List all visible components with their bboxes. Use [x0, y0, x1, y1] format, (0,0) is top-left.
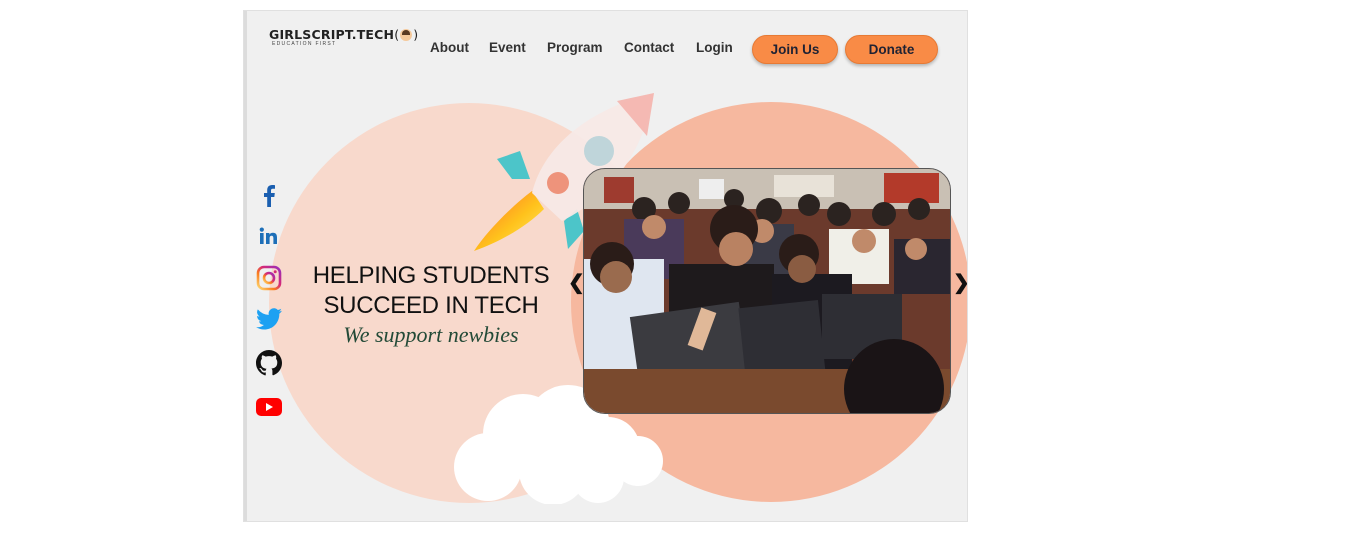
carousel-next-arrow-icon[interactable]: ❯	[953, 273, 967, 293]
hero-title-line1: HELPING STUDENTS	[312, 262, 550, 289]
nav-event[interactable]: Event	[489, 40, 526, 55]
github-icon[interactable]	[256, 350, 282, 376]
nav-login[interactable]: Login	[696, 40, 733, 55]
nav-program[interactable]: Program	[547, 40, 603, 55]
facebook-icon[interactable]	[256, 183, 282, 209]
join-us-button[interactable]: Join Us	[752, 35, 838, 64]
twitter-icon[interactable]	[256, 306, 282, 332]
youtube-icon[interactable]	[256, 394, 282, 420]
carousel-image[interactable]	[583, 168, 951, 414]
classroom-photo	[584, 169, 950, 413]
instagram-icon[interactable]	[256, 265, 282, 291]
logo-text: GIRLSCRIPT.TECH	[269, 27, 395, 42]
linkedin-icon[interactable]	[256, 223, 282, 249]
nav-contact[interactable]: Contact	[624, 40, 674, 55]
girl-emoji-icon	[400, 28, 413, 41]
nav-about[interactable]: About	[430, 40, 469, 55]
donate-button[interactable]: Donate	[845, 35, 938, 64]
brand-logo[interactable]: GIRLSCRIPT.TECH () EDUCATION FIRST	[269, 27, 418, 47]
carousel-prev-arrow-icon[interactable]: ❮	[568, 273, 585, 293]
hero-subtitle: We support newbies	[343, 322, 519, 347]
hero-title: HELPING STUDENTS SUCCEED IN TECH	[302, 261, 560, 321]
landing-page-frame: GIRLSCRIPT.TECH () EDUCATION FIRST About…	[243, 10, 968, 522]
hero-title-line2: SUCCEED IN TECH	[323, 292, 539, 319]
